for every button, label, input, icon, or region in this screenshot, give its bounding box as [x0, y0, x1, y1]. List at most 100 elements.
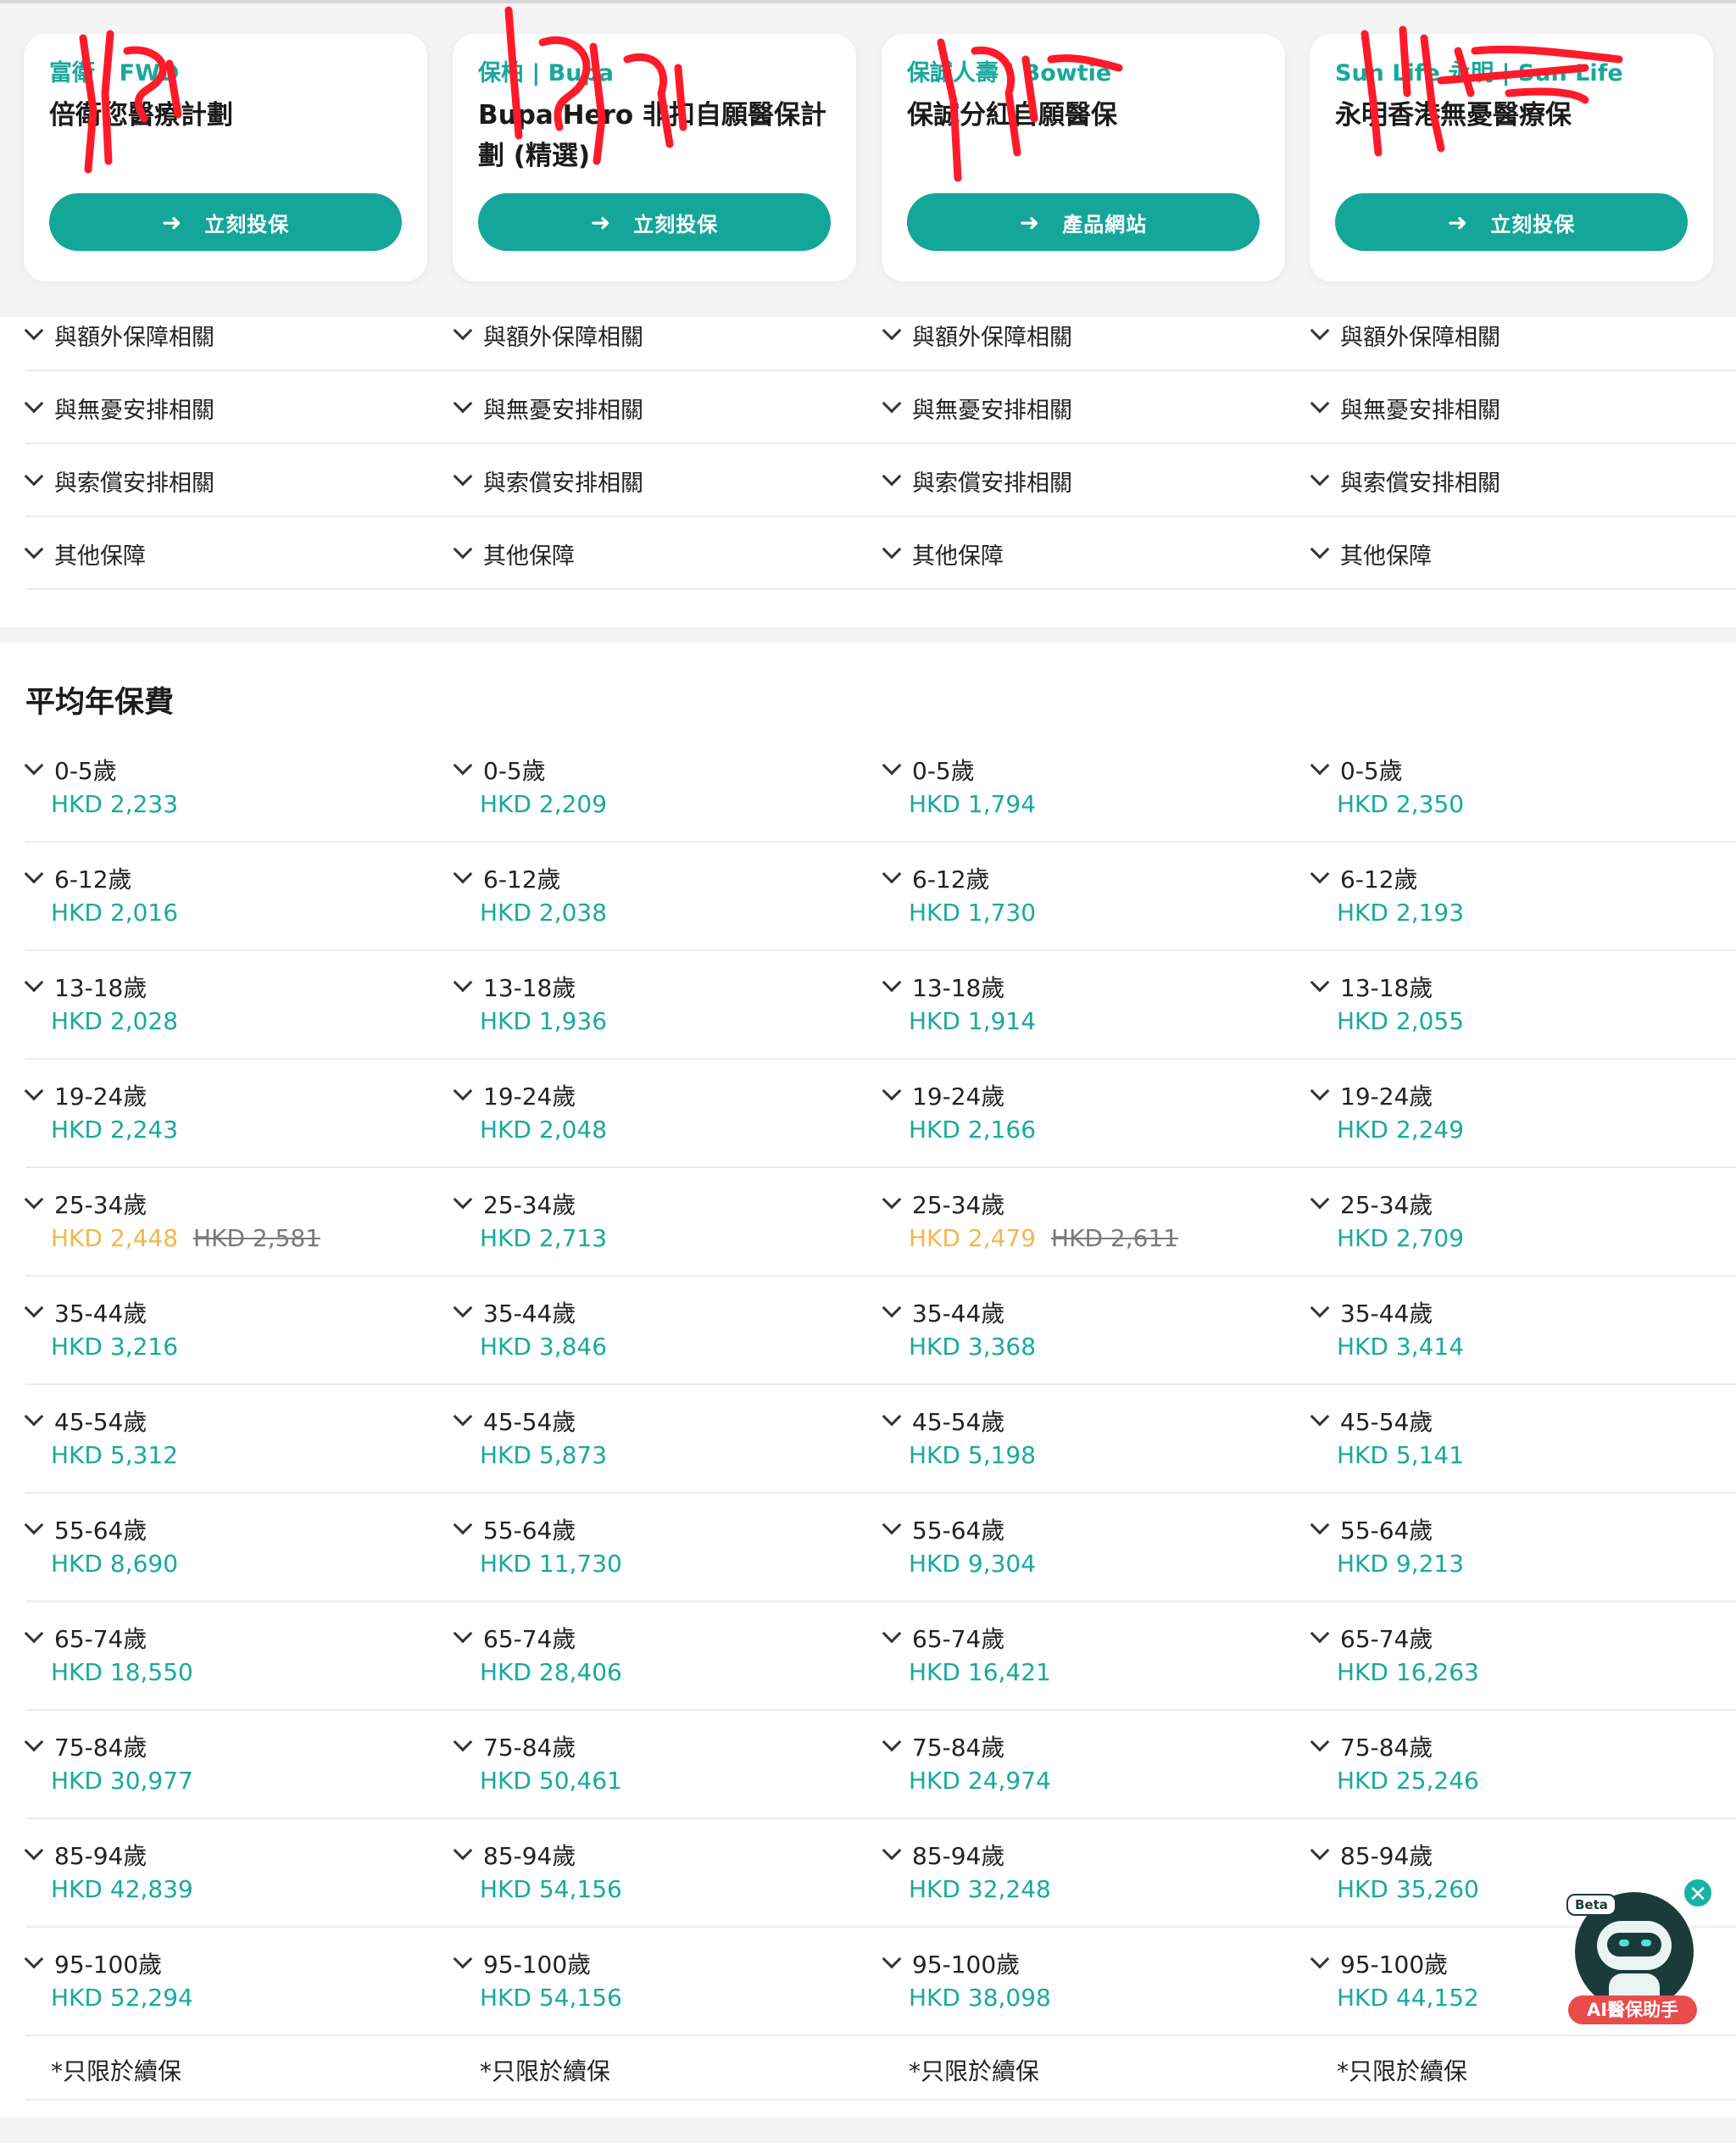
premium-cell[interactable]: 45-54歲 HKD 5,198: [882, 1385, 1290, 1494]
age-range-toggle[interactable]: 75-84歲: [882, 1729, 1004, 1763]
accordion-toggle[interactable]: 與索償安排相關: [453, 444, 643, 517]
accordion-toggle[interactable]: 其他保障: [1310, 517, 1432, 590]
premium-cell[interactable]: 6-12歲 HKD 1,730: [882, 843, 1290, 951]
premium-cell[interactable]: 35-44歲 HKD 3,846: [453, 1277, 861, 1385]
close-icon[interactable]: ✕: [1682, 1877, 1714, 1909]
age-range-toggle[interactable]: 35-44歲: [24, 1295, 147, 1329]
accordion-toggle[interactable]: 與無憂安排相關: [453, 371, 643, 444]
age-range-toggle[interactable]: 0-5歲: [453, 753, 546, 787]
premium-cell[interactable]: 25-34歲 HKD 2,713: [453, 1168, 861, 1277]
premium-cell[interactable]: 13-18歲 HKD 1,936: [453, 951, 861, 1060]
premium-cell[interactable]: 25-34歲 HKD 2,709: [1310, 1168, 1718, 1277]
premium-cell[interactable]: 75-84歲 HKD 50,461: [453, 1711, 861, 1819]
age-range-toggle[interactable]: 85-94歲: [453, 1838, 576, 1872]
age-range-toggle[interactable]: 45-54歲: [882, 1404, 1004, 1438]
age-range-toggle[interactable]: 95-100歲: [882, 1946, 1020, 1980]
premium-cell[interactable]: 95-100歲 HKD 54,156: [453, 1928, 861, 2036]
premium-cell[interactable]: 85-94歲 HKD 54,156: [453, 1819, 861, 1928]
age-range-toggle[interactable]: 0-5歲: [24, 753, 117, 787]
accordion-toggle[interactable]: 與無憂安排相關: [882, 371, 1072, 444]
premium-cell[interactable]: 65-74歲 HKD 16,263: [1310, 1602, 1718, 1711]
age-range-toggle[interactable]: 13-18歲: [24, 970, 147, 1004]
premium-cell[interactable]: 75-84歲 HKD 25,246: [1310, 1711, 1718, 1819]
age-range-toggle[interactable]: 85-94歲: [882, 1838, 1004, 1872]
premium-cell[interactable]: 25-34歲 HKD 2,448 HKD 2,581: [24, 1168, 432, 1277]
premium-cell[interactable]: 55-64歲 HKD 8,690: [24, 1494, 432, 1602]
age-range-toggle[interactable]: 75-84歲: [24, 1729, 147, 1763]
premium-cell[interactable]: 45-54歲 HKD 5,873: [453, 1385, 861, 1494]
age-range-toggle[interactable]: 13-18歲: [882, 970, 1004, 1004]
age-range-toggle[interactable]: 0-5歲: [1310, 753, 1403, 787]
age-range-toggle[interactable]: 75-84歲: [453, 1729, 576, 1763]
premium-cell[interactable]: 85-94歲 HKD 32,248: [882, 1819, 1290, 1928]
premium-cell[interactable]: 13-18歲 HKD 2,055: [1310, 951, 1718, 1060]
age-range-toggle[interactable]: 19-24歲: [24, 1078, 147, 1112]
premium-cell[interactable]: 0-5歲 HKD 2,209: [453, 734, 861, 843]
premium-cell[interactable]: 35-44歲 HKD 3,216: [24, 1277, 432, 1385]
age-range-toggle[interactable]: 95-100歲: [453, 1946, 591, 1980]
accordion-toggle[interactable]: 與索償安排相關: [24, 444, 214, 517]
age-range-toggle[interactable]: 6-12歲: [24, 861, 132, 895]
accordion-toggle[interactable]: 與索償安排相關: [1310, 444, 1500, 517]
premium-cell[interactable]: 75-84歲 HKD 24,974: [882, 1711, 1290, 1819]
age-range-toggle[interactable]: 25-34歲: [882, 1187, 1004, 1221]
age-range-toggle[interactable]: 6-12歲: [453, 861, 561, 895]
age-range-toggle[interactable]: 45-54歲: [453, 1404, 576, 1438]
age-range-toggle[interactable]: 35-44歲: [453, 1295, 576, 1329]
premium-cell[interactable]: 25-34歲 HKD 2,479 HKD 2,611: [882, 1168, 1290, 1277]
premium-cell[interactable]: 0-5歲 HKD 1,794: [882, 734, 1290, 843]
age-range-toggle[interactable]: 19-24歲: [1310, 1078, 1433, 1112]
premium-cell[interactable]: 55-64歲 HKD 9,213: [1310, 1494, 1718, 1602]
premium-cell[interactable]: 19-24歲 HKD 2,166: [882, 1060, 1290, 1168]
accordion-toggle[interactable]: 其他保障: [453, 517, 575, 590]
age-range-toggle[interactable]: 65-74歲: [24, 1621, 147, 1655]
age-range-toggle[interactable]: 13-18歲: [453, 970, 576, 1004]
age-range-toggle[interactable]: 25-34歲: [1310, 1187, 1433, 1221]
buy-now-button[interactable]: ➜ 立刻投保: [478, 193, 831, 251]
age-range-toggle[interactable]: 65-74歲: [1310, 1621, 1433, 1655]
age-range-toggle[interactable]: 55-64歲: [1310, 1512, 1433, 1546]
premium-cell[interactable]: 65-74歲 HKD 16,421: [882, 1602, 1290, 1711]
age-range-toggle[interactable]: 45-54歲: [24, 1404, 147, 1438]
buy-now-button[interactable]: ➜ 立刻投保: [1335, 193, 1688, 251]
accordion-toggle[interactable]: 與索償安排相關: [882, 444, 1072, 517]
age-range-toggle[interactable]: 95-100歲: [1310, 1946, 1448, 1980]
accordion-toggle[interactable]: 與額外保障相關: [1310, 298, 1500, 371]
age-range-toggle[interactable]: 6-12歲: [1310, 861, 1418, 895]
premium-cell[interactable]: 55-64歲 HKD 9,304: [882, 1494, 1290, 1602]
premium-cell[interactable]: 0-5歲 HKD 2,350: [1310, 734, 1718, 843]
age-range-toggle[interactable]: 75-84歲: [1310, 1729, 1433, 1763]
premium-cell[interactable]: 65-74歲 HKD 18,550: [24, 1602, 432, 1711]
age-range-toggle[interactable]: 35-44歲: [1310, 1295, 1433, 1329]
premium-cell[interactable]: 6-12歲 HKD 2,193: [1310, 843, 1718, 951]
premium-cell[interactable]: 35-44歲 HKD 3,414: [1310, 1277, 1718, 1385]
age-range-toggle[interactable]: 45-54歲: [1310, 1404, 1433, 1438]
age-range-toggle[interactable]: 25-34歲: [453, 1187, 576, 1221]
premium-cell[interactable]: 13-18歲 HKD 1,914: [882, 951, 1290, 1060]
age-range-toggle[interactable]: 6-12歲: [882, 861, 990, 895]
premium-cell[interactable]: 45-54歲 HKD 5,312: [24, 1385, 432, 1494]
age-range-toggle[interactable]: 19-24歲: [882, 1078, 1004, 1112]
accordion-toggle[interactable]: 與額外保障相關: [24, 298, 214, 371]
age-range-toggle[interactable]: 85-94歲: [1310, 1838, 1433, 1872]
accordion-toggle[interactable]: 與無憂安排相關: [1310, 371, 1500, 444]
age-range-toggle[interactable]: 25-34歲: [24, 1187, 147, 1221]
age-range-toggle[interactable]: 65-74歲: [453, 1621, 576, 1655]
premium-cell[interactable]: 55-64歲 HKD 11,730: [453, 1494, 861, 1602]
age-range-toggle[interactable]: 95-100歲: [24, 1946, 162, 1980]
premium-cell[interactable]: 6-12歲 HKD 2,016: [24, 843, 432, 951]
premium-cell[interactable]: 45-54歲 HKD 5,141: [1310, 1385, 1718, 1494]
age-range-toggle[interactable]: 19-24歲: [453, 1078, 576, 1112]
age-range-toggle[interactable]: 55-64歲: [882, 1512, 1004, 1546]
premium-cell[interactable]: 65-74歲 HKD 28,406: [453, 1602, 861, 1711]
premium-cell[interactable]: 75-84歲 HKD 30,977: [24, 1711, 432, 1819]
premium-cell[interactable]: 13-18歲 HKD 2,028: [24, 951, 432, 1060]
premium-cell[interactable]: 35-44歲 HKD 3,368: [882, 1277, 1290, 1385]
premium-cell[interactable]: 0-5歲 HKD 2,233: [24, 734, 432, 843]
accordion-toggle[interactable]: 與無憂安排相關: [24, 371, 214, 444]
premium-cell[interactable]: 95-100歲 HKD 38,098: [882, 1928, 1290, 2036]
premium-cell[interactable]: 19-24歲 HKD 2,048: [453, 1060, 861, 1168]
age-range-toggle[interactable]: 55-64歲: [453, 1512, 576, 1546]
premium-cell[interactable]: 95-100歲 HKD 52,294: [24, 1928, 432, 2036]
age-range-toggle[interactable]: 13-18歲: [1310, 970, 1433, 1004]
